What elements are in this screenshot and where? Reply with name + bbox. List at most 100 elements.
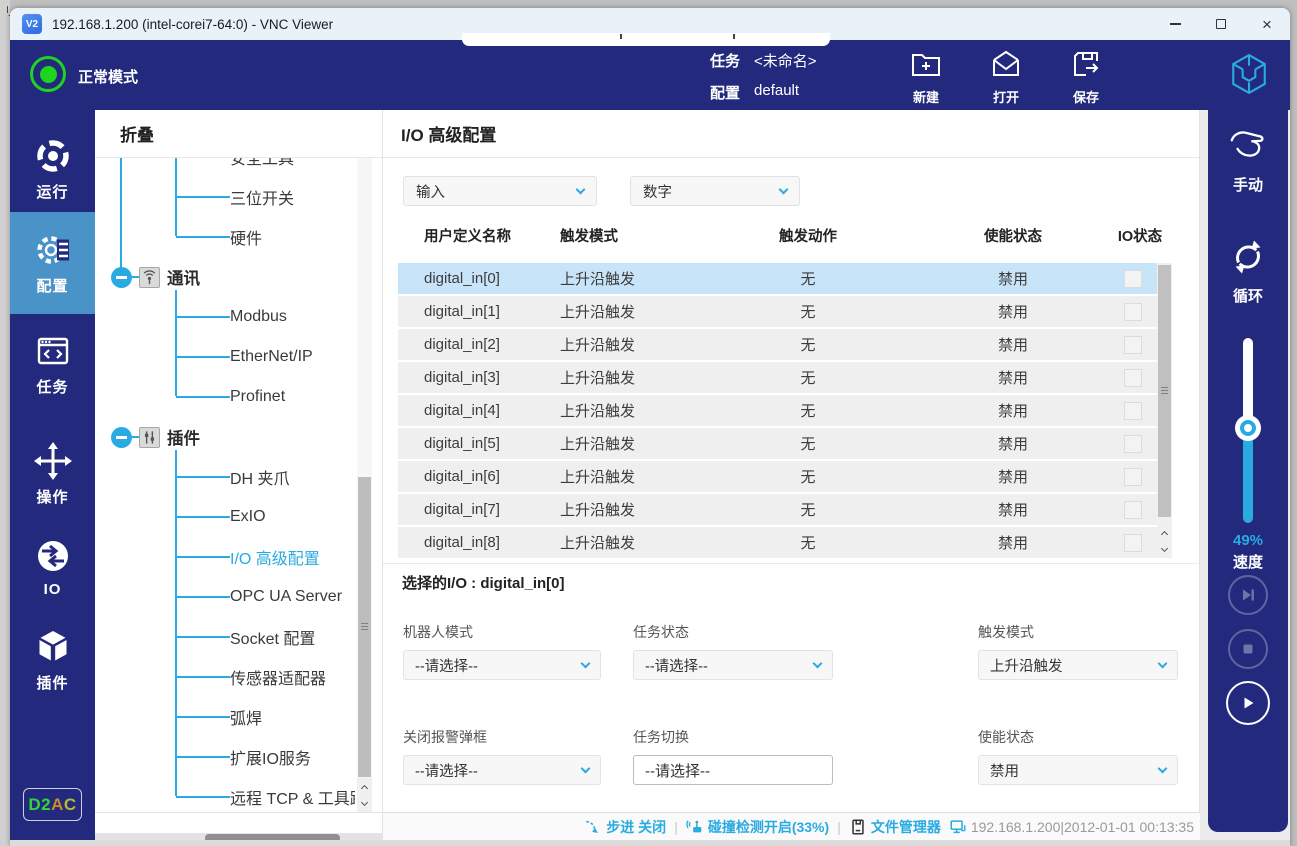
minimize-button[interactable] [1152, 8, 1198, 40]
cycle-mode-button[interactable]: 循环 [1208, 237, 1288, 306]
cell-name: digital_in[8] [398, 534, 548, 551]
main-panel: I/O 高级配置 输入 数字 用户定义名称 触发模式 触发动作 使能状态 IO状… [383, 110, 1200, 812]
close-button[interactable]: × [1244, 8, 1290, 40]
nav-item-run[interactable]: 运行 [10, 125, 95, 213]
config-value: default [754, 82, 799, 103]
cell-trigger-action: 无 [698, 499, 918, 520]
network-icon [949, 818, 967, 836]
table-vertical-scrollbar[interactable] [1157, 263, 1172, 558]
io-state-checkbox[interactable] [1124, 270, 1142, 288]
speed-slider[interactable] [1243, 338, 1253, 523]
play-button[interactable] [1226, 681, 1270, 725]
io-state-checkbox[interactable] [1124, 402, 1142, 420]
maximize-button[interactable] [1198, 8, 1244, 40]
cell-name: digital_in[3] [398, 369, 548, 386]
file-manager-button[interactable]: 文件管理器 [849, 817, 941, 837]
page-title-bar: I/O 高级配置 [383, 110, 1199, 158]
table-row[interactable]: digital_in[5]上升沿触发无禁用 [398, 428, 1157, 461]
tree-item-0[interactable]: 安全工具 [95, 158, 355, 177]
tree-group-3[interactable]: 通讯 [95, 257, 355, 297]
config-label: 配置 [710, 82, 740, 103]
nav-item-config[interactable]: 配置 [10, 212, 95, 314]
tree-item-6[interactable]: Profinet [95, 377, 355, 417]
collision-status[interactable]: 碰撞检测开启(33%) [686, 817, 829, 837]
table-row[interactable]: digital_in[0]上升沿触发无禁用 [398, 263, 1157, 296]
io-state-checkbox[interactable] [1124, 501, 1142, 519]
field-select[interactable]: --请选择-- [403, 755, 601, 785]
window-bottom-edge [10, 840, 1290, 846]
tree-item-8[interactable]: DH 夹爪 [95, 457, 355, 497]
tree-item-9[interactable]: ExIO [95, 497, 355, 537]
slider-thumb[interactable] [1235, 415, 1261, 441]
vnc-toolbar-notch[interactable] [462, 33, 830, 46]
cell-trigger-action: 无 [698, 400, 918, 421]
tree-item-10[interactable]: I/O 高级配置 [95, 537, 355, 577]
field-input[interactable]: --请选择-- [633, 755, 833, 785]
scrollbar-thumb[interactable] [1158, 265, 1171, 517]
table-row[interactable]: digital_in[7]上升沿触发无禁用 [398, 494, 1157, 527]
field-select[interactable]: --请选择-- [403, 650, 601, 680]
collapse-minus-icon[interactable] [111, 267, 132, 288]
scroll-down-button[interactable] [1157, 541, 1172, 558]
cell-enable-state: 禁用 [918, 400, 1108, 421]
table-row[interactable]: digital_in[4]上升沿触发无禁用 [398, 395, 1157, 428]
collapse-all-label[interactable]: 折叠 [120, 121, 154, 146]
io-state-checkbox[interactable] [1124, 534, 1142, 552]
tree-item-4[interactable]: Modbus [95, 297, 355, 337]
nav-item-io[interactable]: IO [10, 523, 95, 611]
cell-trigger-mode: 上升沿触发 [548, 334, 698, 355]
step-mode-status[interactable]: 步进 关闭 [584, 817, 666, 837]
table-row[interactable]: digital_in[6]上升沿触发无禁用 [398, 461, 1157, 494]
tree-item-12[interactable]: Socket 配置 [95, 617, 355, 657]
scroll-down-button[interactable] [357, 795, 372, 812]
scroll-up-button[interactable] [357, 778, 372, 795]
tree-item-5[interactable]: EtherNet/IP [95, 337, 355, 377]
scroll-up-button[interactable] [1157, 524, 1172, 541]
collapse-minus-icon[interactable] [111, 427, 132, 448]
field-select[interactable]: 禁用 [978, 755, 1178, 785]
field-select[interactable]: 上升沿触发 [978, 650, 1178, 680]
stop-button[interactable] [1228, 629, 1268, 669]
manual-mode-button[interactable]: 手动 [1208, 126, 1288, 195]
cell-enable-state: 禁用 [918, 334, 1108, 355]
save-button[interactable]: 保存 [1054, 48, 1118, 106]
nav-item-operate[interactable]: 操作 [10, 430, 95, 518]
nav-item-plugin[interactable]: 插件 [10, 616, 95, 704]
io-state-checkbox[interactable] [1124, 303, 1142, 321]
tree-group-7[interactable]: 插件 [95, 417, 355, 457]
d2ac-badge[interactable]: D2AC [23, 788, 82, 821]
step-run-button[interactable] [1228, 575, 1268, 615]
chevron-down-icon [581, 764, 591, 774]
tree-vertical-scrollbar[interactable] [357, 158, 372, 812]
tree-item-14[interactable]: 弧焊 [95, 697, 355, 737]
cell-trigger-mode: 上升沿触发 [548, 499, 698, 520]
tree-item-15[interactable]: 扩展IO服务 [95, 737, 355, 777]
io-state-checkbox[interactable] [1124, 369, 1142, 387]
cell-trigger-action: 无 [698, 334, 918, 355]
scrollbar-thumb[interactable] [358, 477, 371, 777]
brand-cube-logo [1228, 53, 1270, 95]
io-type-select[interactable]: 数字 [630, 176, 800, 206]
tree-item-16[interactable]: 远程 TCP & 工具路径 [95, 777, 355, 812]
table-row[interactable]: digital_in[3]上升沿触发无禁用 [398, 362, 1157, 395]
chevron-down-icon [581, 659, 591, 669]
new-button[interactable]: 新建 [894, 48, 958, 106]
tree-item-11[interactable]: OPC UA Server [95, 577, 355, 617]
io-direction-select[interactable]: 输入 [403, 176, 597, 206]
tree-item-13[interactable]: 传感器适配器 [95, 657, 355, 697]
table-row[interactable]: digital_in[1]上升沿触发无禁用 [398, 296, 1157, 329]
table-row[interactable]: digital_in[2]上升沿触发无禁用 [398, 329, 1157, 362]
io-icon [33, 536, 73, 576]
table-row[interactable]: digital_in[8]上升沿触发无禁用 [398, 527, 1157, 558]
nav-item-task[interactable]: 任务 [10, 320, 95, 408]
right-panel: 手动 循环 49% 速度 [1208, 110, 1288, 832]
field-select[interactable]: --请选择-- [633, 650, 833, 680]
tree-item-1[interactable]: 三位开关 [95, 177, 355, 217]
tree-item-2[interactable]: 硬件 [95, 217, 355, 257]
io-state-checkbox[interactable] [1124, 468, 1142, 486]
io-state-checkbox[interactable] [1124, 435, 1142, 453]
file-manager-icon [849, 818, 867, 836]
io-state-checkbox[interactable] [1124, 336, 1142, 354]
mode-status-icon [30, 56, 66, 92]
open-button[interactable]: 打开 [974, 48, 1038, 106]
